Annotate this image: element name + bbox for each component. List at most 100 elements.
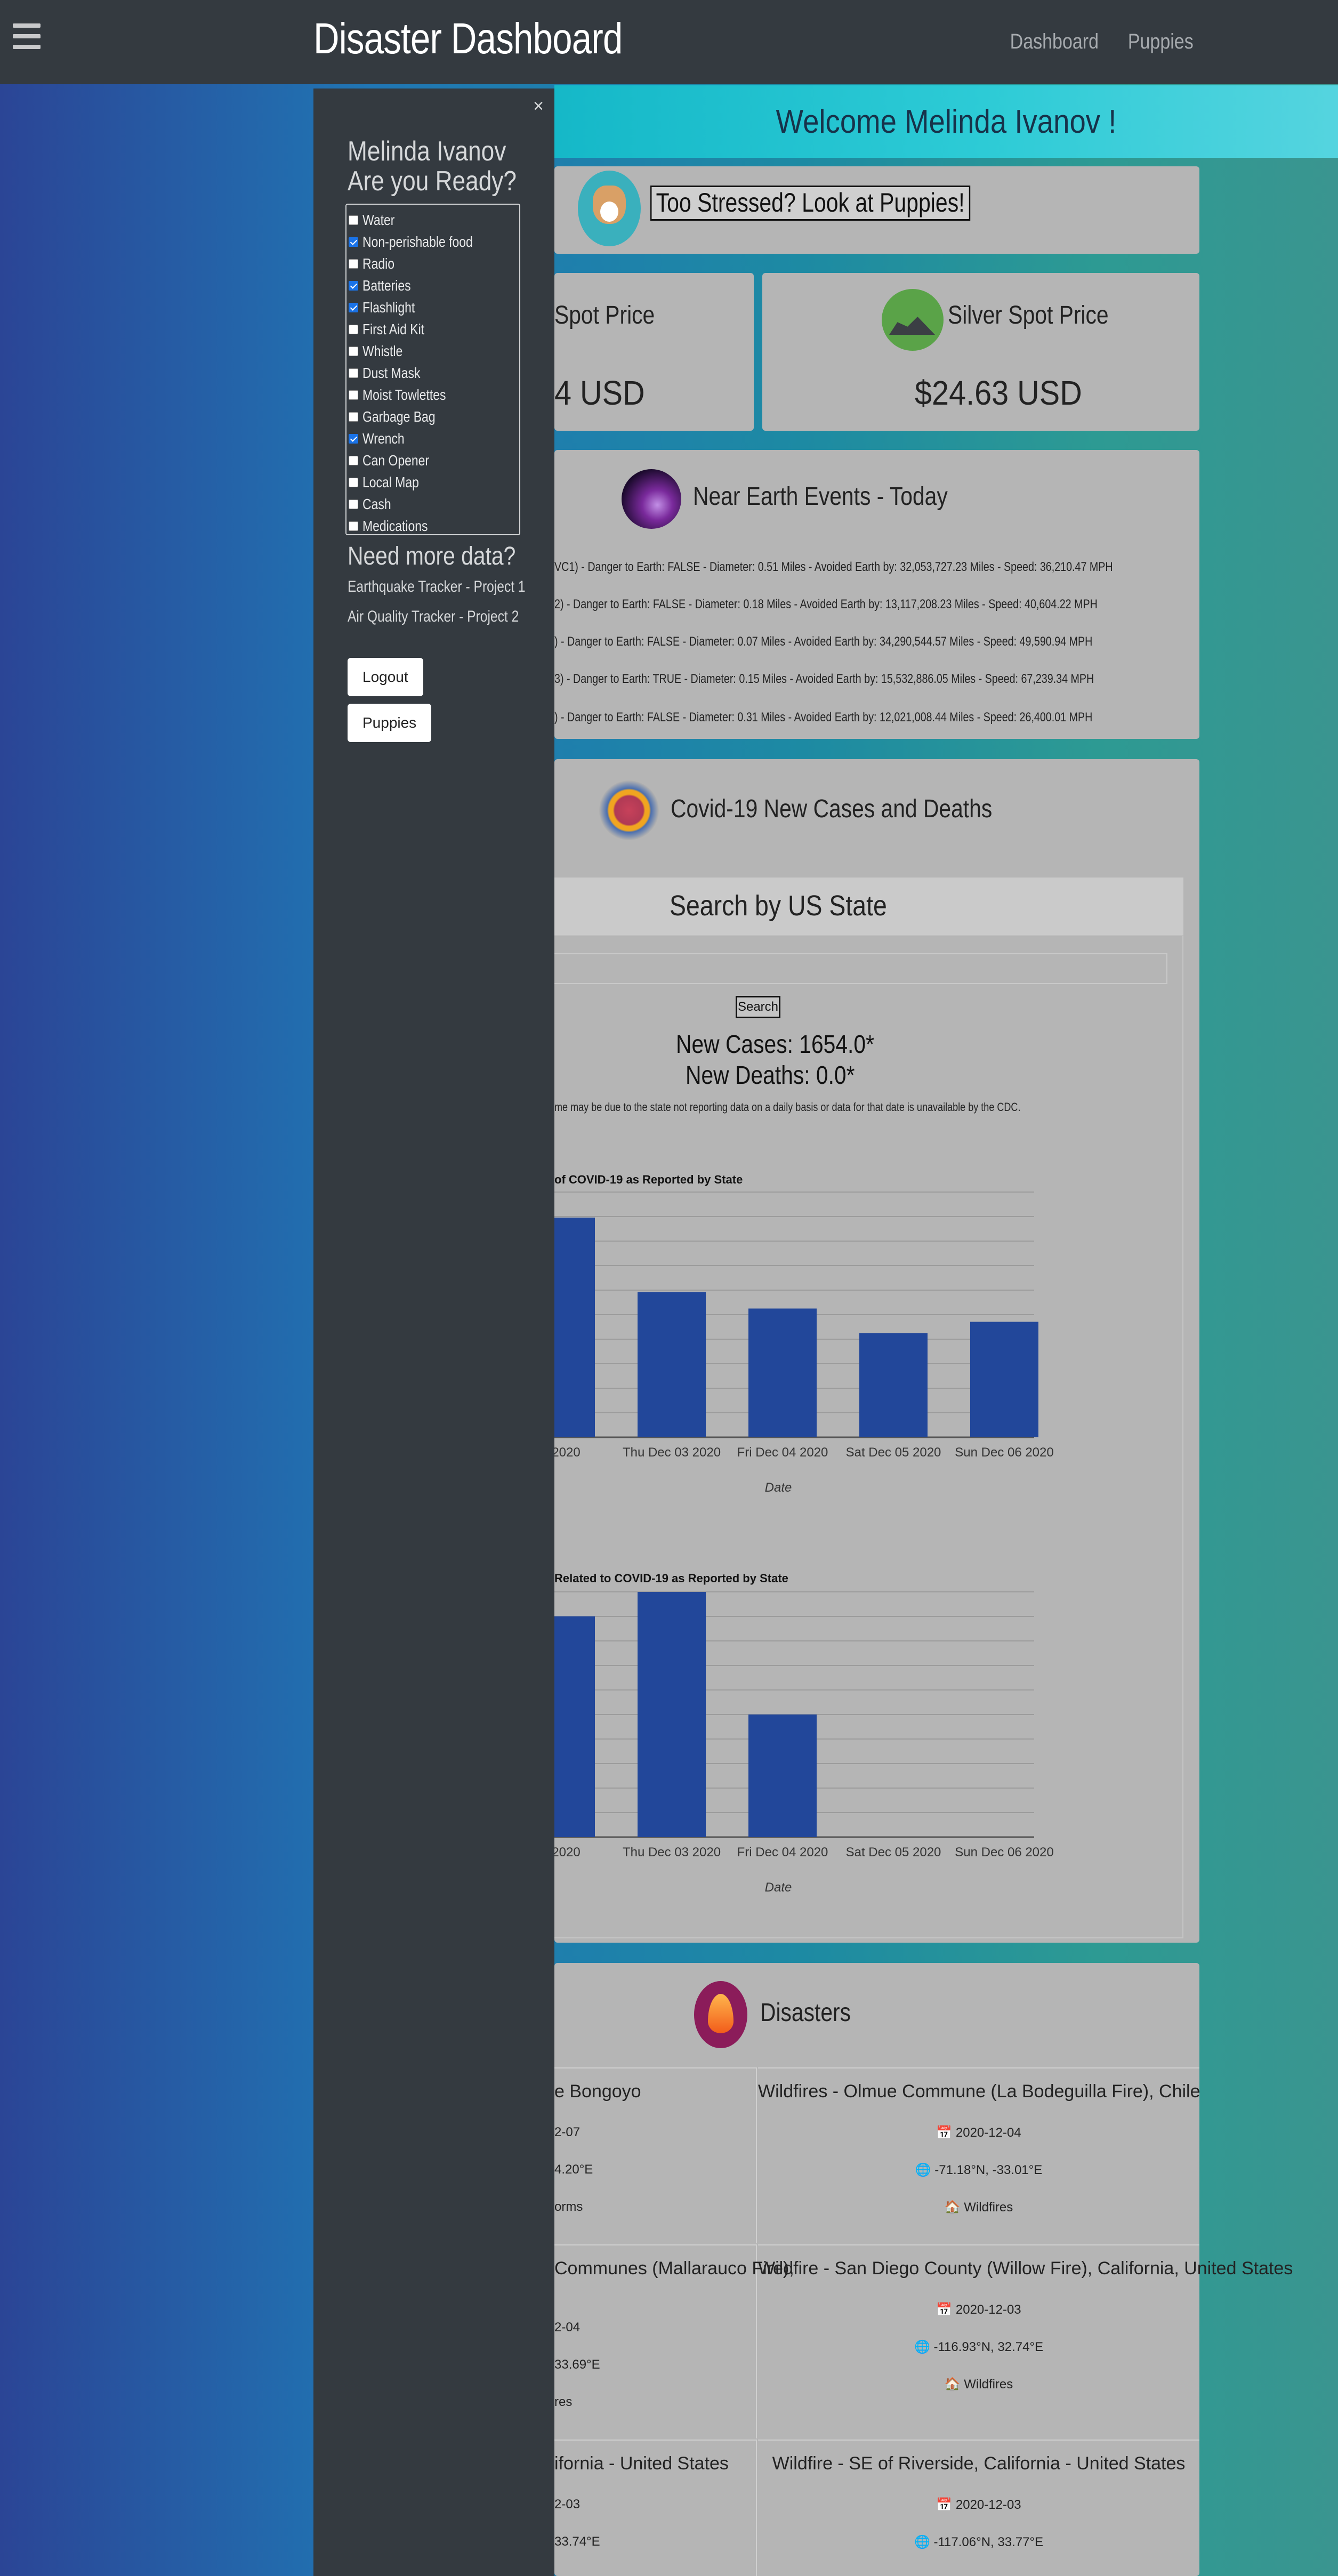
nav-link-puppies[interactable]: Puppies — [1128, 30, 1194, 54]
calendar-icon: 📅 — [936, 2303, 956, 2317]
checkbox[interactable] — [349, 215, 358, 225]
checkbox[interactable] — [349, 412, 358, 422]
disaster-item[interactable]: Wildfire - SE of Riverside, California -… — [758, 2440, 1199, 2576]
home-icon: 🏠 — [944, 2377, 964, 2392]
checklist-item[interactable]: Local Map — [349, 471, 519, 493]
disaster-type: Wildfires — [964, 2377, 1013, 2392]
disaster-title[interactable]: Communes (Mallarauco Fire), — [554, 2258, 794, 2279]
silver-price-title: Silver Spot Price — [948, 301, 1109, 329]
checkbox[interactable] — [349, 499, 358, 509]
disaster-item[interactable]: Wildfires - Olmue Commune (La Bodeguilla… — [758, 2067, 1200, 2243]
checklist-label: Cash — [362, 495, 391, 512]
puppies-button[interactable]: Puppies — [348, 704, 432, 742]
disaster-title[interactable]: Wildfire - San Diego County (Willow Fire… — [758, 2258, 1293, 2279]
checklist-label: Batteries — [362, 277, 411, 294]
checkbox[interactable] — [349, 346, 358, 356]
disaster-item[interactable]: e Bongoyo 2-07 4.20°E orms — [554, 2067, 757, 2243]
x-axis-label: Date — [765, 1480, 792, 1495]
disasters-title: Disasters — [760, 1999, 851, 2027]
disaster-coords: -116.93°N, 32.74°E — [933, 2340, 1044, 2354]
disaster-coords: -71.18°N, -33.01°E — [934, 2163, 1043, 2177]
disaster-date: 2020-12-04 — [955, 2126, 1021, 2140]
silver-price-card: Silver Spot Price $24.63 USD — [762, 273, 1199, 431]
gold-price-value: 4 USD — [554, 374, 645, 412]
checklist-item[interactable]: Moist Towlettes — [349, 384, 519, 406]
x-tick-label: Fri Dec 04 2020 — [737, 1845, 828, 1859]
corgi-avatar-icon — [578, 171, 641, 246]
checklist-item[interactable]: Whistle — [349, 340, 519, 362]
bar[interactable] — [638, 1592, 706, 1837]
air-quality-tracker-link[interactable]: Air Quality Tracker - Project 2 — [348, 608, 519, 626]
checklist-item[interactable]: Non-perishable food — [349, 231, 519, 253]
virus-icon — [599, 780, 659, 840]
disaster-title[interactable]: Wildfires - Olmue Commune (La Bodeguilla… — [758, 2081, 1200, 2102]
earthquake-tracker-link[interactable]: Earthquake Tracker - Project 1 — [348, 578, 526, 596]
close-icon[interactable]: × — [533, 96, 544, 117]
bar[interactable] — [970, 1322, 1038, 1437]
checklist-item[interactable]: Can Opener — [349, 449, 519, 471]
look-at-puppies-button[interactable]: Too Stressed? Look at Puppies! — [650, 186, 971, 221]
disaster-item[interactable]: Wildfire - San Diego County (Willow Fire… — [758, 2244, 1293, 2438]
disaster-type: res — [554, 2395, 573, 2409]
checkbox[interactable] — [349, 477, 358, 487]
bar[interactable] — [748, 1714, 817, 1837]
data-availability-note: me may be due to the state not reporting… — [554, 1100, 1021, 1114]
checkbox[interactable] — [349, 390, 358, 400]
x-tick-label: Fri Dec 04 2020 — [737, 1445, 828, 1460]
state-search-input[interactable] — [554, 953, 1167, 984]
checklist-item[interactable]: Cash — [349, 493, 519, 515]
checklist-item[interactable]: Batteries — [349, 275, 519, 296]
x-tick-label: Sun Dec 06 2020 — [955, 1845, 1053, 1859]
disaster-coords: 33.69°E — [554, 2357, 600, 2372]
disaster-type: Wildfires — [964, 2200, 1013, 2215]
nav-link-dashboard[interactable]: Dashboard — [1010, 30, 1098, 54]
checkbox[interactable] — [349, 302, 358, 312]
logout-button[interactable]: Logout — [348, 658, 423, 696]
bar[interactable] — [859, 1333, 928, 1438]
checklist-item[interactable]: First Aid Kit — [349, 318, 519, 340]
checklist-item[interactable]: Radio — [349, 253, 519, 275]
disaster-title[interactable]: ifornia - United States — [554, 2453, 756, 2474]
hamburger-menu-icon[interactable] — [13, 23, 41, 55]
x-tick-label: Thu Dec 03 2020 — [623, 1445, 721, 1460]
checkbox[interactable] — [349, 433, 358, 444]
checklist-item[interactable]: Water — [349, 209, 519, 231]
checklist-item[interactable]: Garbage Bag — [349, 406, 519, 428]
checkbox[interactable] — [349, 280, 358, 291]
cases-chart-title: of COVID-19 as Reported by State — [554, 1173, 743, 1186]
disaster-item[interactable]: ifornia - United States 2-03 33.74°E — [554, 2440, 757, 2576]
checklist-item[interactable]: Wrench — [349, 428, 519, 449]
neo-event-line: 2) - Danger to Earth: FALSE - Diameter: … — [554, 597, 1098, 611]
bar[interactable] — [554, 1616, 595, 1837]
checkbox[interactable] — [349, 237, 358, 247]
checkbox[interactable] — [349, 521, 358, 531]
neo-event-line: VC1) - Danger to Earth: FALSE - Diameter… — [554, 560, 1113, 574]
bar[interactable] — [554, 1217, 595, 1437]
checklist-label: Whistle — [362, 342, 403, 359]
checkbox[interactable] — [349, 324, 358, 334]
search-button[interactable]: Search — [736, 996, 780, 1018]
disaster-title[interactable]: e Bongoyo — [554, 2081, 756, 2102]
checklist-item[interactable]: Dust Mask — [349, 362, 519, 384]
checklist-label: Radio — [362, 255, 395, 272]
checklist-label: Wrench — [362, 430, 405, 447]
globe-icon: 🌐 — [914, 2340, 934, 2354]
checklist-item[interactable]: Medications — [349, 515, 519, 537]
preparedness-checklist: Water Non-perishable food Radio Batteries Fl… — [345, 204, 520, 535]
x-tick-label: Thu Dec 03 2020 — [623, 1845, 721, 1859]
sidebar-user-name: Melinda Ivanov — [348, 136, 506, 167]
checkbox[interactable] — [349, 368, 358, 378]
disasters-card: Disasters e Bongoyo 2-07 4.20°E orms Wil… — [554, 1963, 1293, 2576]
checklist-label: Flashlight — [362, 299, 415, 316]
checklist-item[interactable]: Flashlight — [349, 296, 519, 318]
bar[interactable] — [748, 1308, 817, 1438]
checkbox[interactable] — [349, 455, 358, 465]
state-search-panel: Search by US State Search New Cases: 165… — [554, 878, 1183, 1938]
disaster-title[interactable]: Wildfire - SE of Riverside, California -… — [758, 2453, 1199, 2474]
checkbox[interactable] — [349, 259, 358, 269]
disaster-item[interactable]: Communes (Mallarauco Fire), 2-04 33.69°E… — [554, 2244, 794, 2438]
neo-event-line: ) - Danger to Earth: FALSE - Diameter: 0… — [554, 634, 1093, 649]
checklist-label: Garbage Bag — [362, 408, 436, 425]
bar[interactable] — [638, 1292, 706, 1437]
brand-title[interactable]: Disaster Dashboard — [313, 14, 623, 64]
